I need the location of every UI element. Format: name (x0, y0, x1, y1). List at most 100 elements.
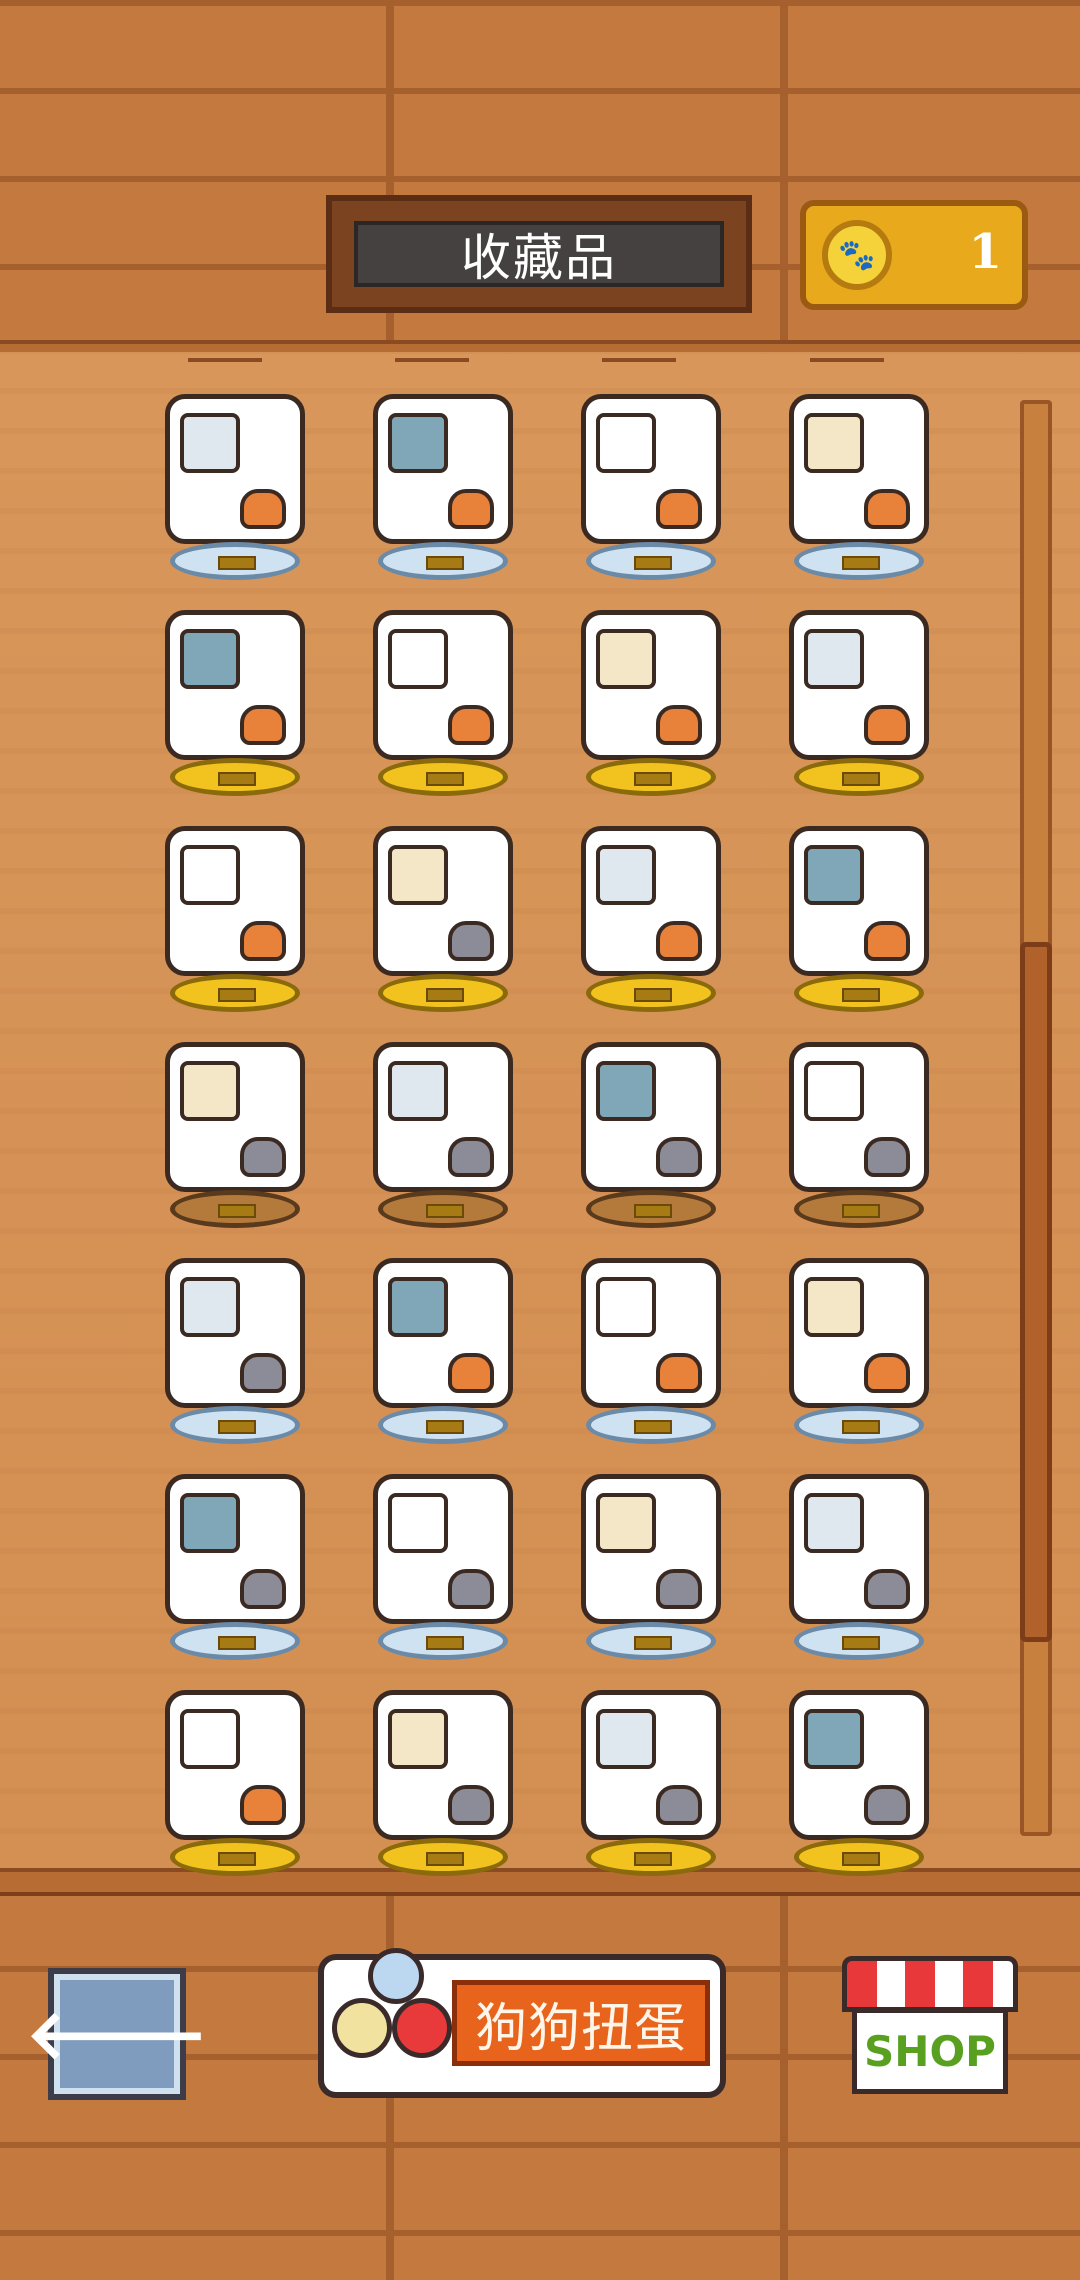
scrollbar-thumb[interactable] (1020, 942, 1052, 1642)
collectible-husky-lamp[interactable] (348, 1018, 538, 1228)
collectible-husky-blue-bed[interactable] (764, 1450, 954, 1660)
collectible-prop (596, 845, 656, 905)
paw-coin-icon: 🐾 (822, 220, 892, 290)
pedestal-nameplate (426, 1420, 464, 1434)
collectible-figure (581, 1690, 721, 1840)
collectible-figure (581, 394, 721, 544)
dog-icon (240, 1785, 286, 1825)
collectible-husky-armchair[interactable] (348, 1450, 538, 1660)
collectible-figure (373, 1042, 513, 1192)
collectible-figure (581, 826, 721, 976)
pedestal-nameplate (218, 1420, 256, 1434)
dog-icon (656, 705, 702, 745)
collectible-prop (596, 1709, 656, 1769)
collectible-prop (804, 1709, 864, 1769)
collectible-shiba-husky-round-window[interactable] (764, 1234, 954, 1444)
shelf-tick (188, 358, 262, 362)
collectible-husky-door[interactable] (140, 1450, 330, 1660)
collectible-figure (373, 1690, 513, 1840)
dog-icon (656, 1353, 702, 1393)
collectible-figure (373, 1474, 513, 1624)
shelf-tick (602, 358, 676, 362)
dog-icon (656, 1137, 702, 1177)
collectible-shiba-husky-bathtub[interactable] (764, 1666, 954, 1876)
dog-icon (864, 921, 910, 961)
gacha-button-label: 狗狗扭蛋 (452, 1980, 710, 2066)
collectible-prop (804, 1493, 864, 1553)
shelf-tick (395, 358, 469, 362)
collectible-shiba-door[interactable] (764, 586, 954, 796)
page-title: 收藏品 (354, 221, 724, 287)
collectible-boy-and-shiba[interactable] (140, 370, 330, 580)
collectible-husky-sitting[interactable] (140, 1018, 330, 1228)
collectible-prop (180, 629, 240, 689)
collectible-husky-computer[interactable] (556, 1450, 746, 1660)
collectible-figure (581, 610, 721, 760)
dog-icon (656, 1569, 702, 1609)
pedestal-nameplate (426, 1636, 464, 1650)
dog-icon (864, 489, 910, 529)
dog-icon (448, 1569, 494, 1609)
pedestal-nameplate (842, 772, 880, 786)
dog-gacha-button[interactable]: 狗狗扭蛋 (318, 1940, 726, 2098)
collectible-shiba-under-table[interactable] (348, 370, 538, 580)
dog-icon (448, 1137, 494, 1177)
collectible-shiba-bed[interactable] (556, 802, 746, 1012)
collectible-shiba-with-skewer[interactable] (556, 370, 746, 580)
pedestal-nameplate (842, 988, 880, 1002)
collectible-figure (789, 394, 929, 544)
collectible-prop (804, 629, 864, 689)
pedestal-nameplate (426, 556, 464, 570)
pedestal-nameplate (634, 1852, 672, 1866)
collectible-prop (388, 629, 448, 689)
dog-icon (864, 705, 910, 745)
dog-icon (864, 1353, 910, 1393)
collectible-figure (581, 1474, 721, 1624)
shop-button[interactable]: SHOP (842, 1956, 1018, 2098)
collectible-shiba-husky-pair[interactable] (348, 1234, 538, 1444)
dog-icon (656, 489, 702, 529)
collectible-shiba-with-balls[interactable] (764, 370, 954, 580)
pedestal-nameplate (426, 1852, 464, 1866)
pedestal-nameplate (426, 1204, 464, 1218)
collectible-husky-window[interactable] (140, 1234, 330, 1444)
collectible-prop (180, 1061, 240, 1121)
pedestal-nameplate (634, 772, 672, 786)
dog-icon (240, 489, 286, 529)
pedestal-nameplate (218, 1636, 256, 1650)
collectible-prop (804, 845, 864, 905)
collectible-prop (596, 413, 656, 473)
collectible-prop (388, 413, 448, 473)
dog-icon (448, 1353, 494, 1393)
collectible-shiba-toy-pile[interactable] (764, 802, 954, 1012)
shop-awning-icon (842, 1956, 1018, 2012)
collectible-shiba-tea-cart[interactable] (140, 802, 330, 1012)
collectible-prop (596, 629, 656, 689)
pedestal-nameplate (218, 1204, 256, 1218)
dog-icon (240, 921, 286, 961)
collectible-husky-shiba-dining[interactable] (348, 1666, 538, 1876)
coin-counter: 🐾 1 (800, 200, 1028, 310)
collectible-prop (180, 1277, 240, 1337)
dog-icon (448, 1785, 494, 1825)
back-button[interactable]: 🡐 (26, 1968, 208, 2100)
pedestal-nameplate (842, 1204, 880, 1218)
collectible-shiba-mirror[interactable] (348, 586, 538, 796)
collectible-figure (373, 826, 513, 976)
collectible-figure (789, 1690, 929, 1840)
collectible-figure (165, 1042, 305, 1192)
collectible-shiba-dining[interactable] (556, 586, 746, 796)
gacha-capsule-icon (332, 1940, 452, 2090)
collectible-shiba-husky-sofa[interactable] (556, 1234, 746, 1444)
collectible-husky-plant-table[interactable] (764, 1018, 954, 1228)
collectible-fireplace-pets[interactable] (140, 1666, 330, 1876)
collectible-figure (581, 1258, 721, 1408)
collectible-husky-wardrobe[interactable] (556, 1018, 746, 1228)
collectible-figure (789, 610, 929, 760)
pedestal-nameplate (842, 1636, 880, 1650)
collectible-shiba-in-bathtub[interactable] (140, 586, 330, 796)
collectible-husky-capsule-blue[interactable] (556, 1666, 746, 1876)
collectible-prop (596, 1061, 656, 1121)
dog-icon (864, 1785, 910, 1825)
collectible-husky-capsule-red[interactable] (348, 802, 538, 1012)
